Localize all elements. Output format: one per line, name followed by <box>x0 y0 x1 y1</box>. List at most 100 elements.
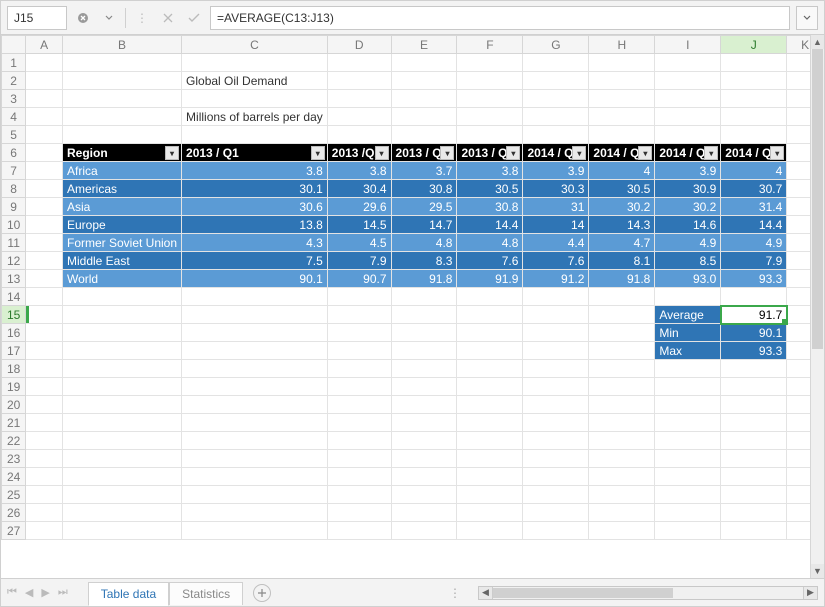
nav-next-icon[interactable]: ▶ <box>41 586 49 599</box>
cell[interactable] <box>26 216 63 234</box>
cell[interactable] <box>62 486 181 504</box>
data-cell[interactable]: 91.8 <box>391 270 457 288</box>
data-cell[interactable]: 91.9 <box>457 270 523 288</box>
data-cell[interactable]: 4.9 <box>721 234 787 252</box>
cell[interactable] <box>26 468 63 486</box>
row-header-3[interactable]: 3 <box>2 90 26 108</box>
cell[interactable] <box>655 360 721 378</box>
cell[interactable] <box>655 378 721 396</box>
col-header-I[interactable]: I <box>655 36 721 54</box>
hscroll-thumb[interactable] <box>493 588 673 598</box>
cell[interactable] <box>62 90 181 108</box>
formula-input[interactable]: =AVERAGE(C13:J13) <box>210 6 790 30</box>
region-cell[interactable]: Africa <box>62 162 181 180</box>
splitter-icon[interactable]: ⋮ <box>449 586 462 600</box>
cell[interactable] <box>26 378 63 396</box>
cell[interactable] <box>26 162 63 180</box>
data-cell[interactable]: 90.7 <box>327 270 391 288</box>
cell[interactable] <box>26 288 63 306</box>
cell[interactable] <box>457 72 523 90</box>
accept-formula-icon[interactable] <box>184 8 204 28</box>
cell[interactable] <box>589 306 655 324</box>
data-cell[interactable]: 91.8 <box>589 270 655 288</box>
data-cell[interactable]: 14.4 <box>721 216 787 234</box>
cell[interactable] <box>589 54 655 72</box>
cell[interactable] <box>589 90 655 108</box>
cell[interactable] <box>721 360 787 378</box>
cell[interactable] <box>26 396 63 414</box>
cell[interactable] <box>62 288 181 306</box>
cell[interactable] <box>523 450 589 468</box>
vscroll-thumb[interactable] <box>812 49 823 349</box>
cell[interactable] <box>182 54 328 72</box>
cell[interactable] <box>523 504 589 522</box>
data-cell[interactable]: 30.5 <box>589 180 655 198</box>
vertical-scrollbar[interactable]: ▲ ▼ <box>810 35 824 578</box>
cell[interactable] <box>721 522 787 540</box>
cell[interactable] <box>523 288 589 306</box>
cell[interactable] <box>721 432 787 450</box>
cell[interactable] <box>589 288 655 306</box>
data-cell[interactable]: 30.5 <box>457 180 523 198</box>
cell[interactable] <box>457 324 523 342</box>
data-cell[interactable]: 14.6 <box>655 216 721 234</box>
data-cell[interactable]: 90.1 <box>182 270 328 288</box>
cell[interactable] <box>327 450 391 468</box>
row-header-20[interactable]: 20 <box>2 396 26 414</box>
row-header-5[interactable]: 5 <box>2 126 26 144</box>
cell[interactable] <box>523 486 589 504</box>
cell[interactable] <box>26 342 63 360</box>
summary-value-cell[interactable]: 91.7 <box>721 306 787 324</box>
cell[interactable] <box>523 108 589 126</box>
cell[interactable] <box>457 90 523 108</box>
col-header-J[interactable]: J <box>721 36 787 54</box>
cell[interactable] <box>26 72 63 90</box>
cell[interactable] <box>391 72 457 90</box>
cell[interactable] <box>182 324 328 342</box>
cell[interactable] <box>62 306 181 324</box>
data-cell[interactable]: 31.4 <box>721 198 787 216</box>
cell[interactable] <box>523 360 589 378</box>
table-header[interactable]: 2014 / Q3▾ <box>655 144 721 162</box>
cell[interactable] <box>391 468 457 486</box>
summary-label-cell[interactable]: Min <box>655 324 721 342</box>
cell[interactable] <box>182 126 328 144</box>
cell[interactable] <box>457 468 523 486</box>
cell[interactable] <box>523 432 589 450</box>
cell[interactable] <box>391 414 457 432</box>
cell[interactable] <box>589 396 655 414</box>
cell[interactable] <box>26 144 63 162</box>
row-header-25[interactable]: 25 <box>2 486 26 504</box>
cell[interactable] <box>62 54 181 72</box>
cell[interactable] <box>391 90 457 108</box>
cell[interactable] <box>655 54 721 72</box>
cell[interactable] <box>327 486 391 504</box>
cell[interactable] <box>62 414 181 432</box>
data-cell[interactable]: 29.6 <box>327 198 391 216</box>
cell[interactable] <box>457 54 523 72</box>
row-header-4[interactable]: 4 <box>2 108 26 126</box>
data-cell[interactable]: 8.1 <box>589 252 655 270</box>
data-cell[interactable]: 7.6 <box>523 252 589 270</box>
cell[interactable] <box>457 342 523 360</box>
cell[interactable] <box>62 342 181 360</box>
cell[interactable] <box>62 396 181 414</box>
table-header[interactable]: 2014 / Q4▾ <box>721 144 787 162</box>
cell[interactable] <box>655 522 721 540</box>
cell[interactable] <box>182 414 328 432</box>
cell[interactable] <box>182 504 328 522</box>
row-header-14[interactable]: 14 <box>2 288 26 306</box>
cell[interactable] <box>721 378 787 396</box>
data-cell[interactable]: 7.9 <box>721 252 787 270</box>
sheet-tab-table-data[interactable]: Table data <box>88 582 169 606</box>
nav-first-icon[interactable]: ⏮ <box>7 586 17 599</box>
data-cell[interactable]: 3.8 <box>327 162 391 180</box>
cell[interactable] <box>26 504 63 522</box>
col-header-D[interactable]: D <box>327 36 391 54</box>
data-cell[interactable]: 14.7 <box>391 216 457 234</box>
cell[interactable] <box>327 468 391 486</box>
cell[interactable] <box>589 108 655 126</box>
row-header-9[interactable]: 9 <box>2 198 26 216</box>
row-header-26[interactable]: 26 <box>2 504 26 522</box>
data-cell[interactable]: 7.6 <box>457 252 523 270</box>
